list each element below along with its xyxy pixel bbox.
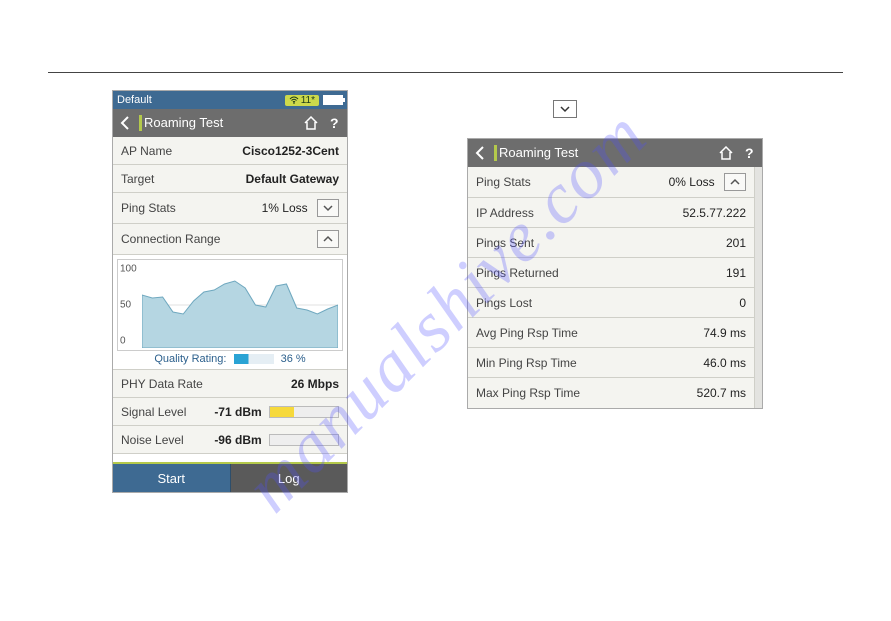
label: Max Ping Rsp Time [476,386,580,400]
value: 1% Loss [262,201,308,215]
label: Connection Range [121,232,220,246]
chart-svg [142,262,338,348]
help-button[interactable]: ? [327,116,341,130]
value: 52.5.77.222 [683,206,746,220]
row-ip-address: IP Address 52.5.77.222 [468,198,754,228]
row-ping-stats[interactable]: Ping Stats 1% Loss [113,193,347,224]
label: Pings Lost [476,296,532,310]
row-ping-stats[interactable]: Ping Stats 0% Loss [468,167,754,198]
screen-title: Roaming Test [494,145,710,161]
chevron-down-icon [323,204,333,212]
label: Avg Ping Rsp Time [476,326,578,340]
label: Ping Stats [476,175,531,189]
row-pings-sent: Pings Sent 201 [468,228,754,258]
caption-label: Quality Rating: [154,353,226,365]
device-left: Default 11* Roaming Test ? AP Name Cisco… [112,90,348,493]
chevron-down-icon [560,105,570,113]
value: -71 dBm [214,405,261,419]
row-pings-returned: Pings Returned 191 [468,258,754,288]
value: 191 [726,266,746,280]
graph-caption: Quality Rating: 36 % [117,351,343,367]
noise-meter [269,434,339,446]
collapse-toggle-right[interactable] [553,100,577,118]
expand-toggle[interactable] [317,199,339,217]
value: 520.7 ms [697,386,746,400]
row-avg-rsp: Avg Ping Rsp Time 74.9 ms [468,318,754,348]
home-icon [718,146,734,160]
nav-bar: Roaming Test ? [113,109,347,137]
ping-stats-list: Ping Stats 0% Loss IP Address 52.5.77.22… [468,167,754,408]
label: Noise Level [121,433,184,447]
collapse-toggle[interactable] [724,173,746,191]
panel-right: Roaming Test ? Ping Stats 0% Loss IP Add… [467,138,763,409]
row-ap-name: AP Name Cisco1252-3Cent [113,137,347,165]
help-button[interactable]: ? [742,146,756,160]
start-button[interactable]: Start [113,464,231,492]
value: 0% Loss [669,175,715,189]
value: 26 Mbps [291,377,339,391]
log-button[interactable]: Log [231,464,348,492]
svg-text:?: ? [330,116,339,130]
status-bar: Default 11* [113,91,347,109]
label: Target [121,172,154,186]
value: 201 [726,236,746,250]
signal-meter [269,406,339,418]
label: Min Ping Rsp Time [476,356,577,370]
ytick-0: 0 [120,336,126,347]
value: 74.9 ms [703,326,746,340]
label: Pings Returned [476,266,559,280]
value: 46.0 ms [703,356,746,370]
question-icon: ? [742,146,756,160]
page-rule [48,72,843,73]
scrollbar[interactable] [754,167,762,408]
value: Cisco1252-3Cent [242,144,339,158]
area-chart: 100 50 0 [117,259,343,351]
svg-text:?: ? [745,146,754,160]
label: Ping Stats [121,201,176,215]
chevron-up-icon [730,178,740,186]
row-target: Target Default Gateway [113,165,347,193]
home-icon [303,116,319,130]
row-signal-level: Signal Level -71 dBm [113,398,347,426]
caption-value: 36 % [281,353,306,365]
back-button[interactable] [119,116,131,130]
question-icon: ? [327,116,341,130]
label: AP Name [121,144,172,158]
ytick-50: 50 [120,300,131,311]
label: Signal Level [121,405,186,419]
home-button[interactable] [303,116,319,130]
row-max-rsp: Max Ping Rsp Time 520.7 ms [468,378,754,408]
chevron-up-icon [323,235,333,243]
details-list: AP Name Cisco1252-3Cent Target Default G… [113,137,347,454]
home-button[interactable] [718,146,734,160]
wifi-badge: 11* [285,95,319,106]
nav-bar: Roaming Test ? [468,139,762,167]
ytick-100: 100 [120,264,137,275]
wifi-channel: 11* [301,95,315,106]
row-min-rsp: Min Ping Rsp Time 46.0 ms [468,348,754,378]
collapse-toggle[interactable] [317,230,339,248]
chevron-left-icon [119,116,131,130]
label: Pings Sent [476,236,534,250]
value: 0 [739,296,746,310]
value: -96 dBm [214,433,261,447]
value: Default Gateway [246,172,339,186]
screen-title: Roaming Test [139,115,295,131]
label: PHY Data Rate [121,377,203,391]
row-phy-rate: PHY Data Rate 26 Mbps [113,370,347,398]
row-connection-range[interactable]: Connection Range [113,224,347,255]
chevron-left-icon [474,146,486,160]
quality-bar-icon [234,354,274,364]
connection-range-graph: 100 50 0 Quality Rating: 36 % [113,255,347,370]
battery-icon [323,95,343,105]
wifi-icon [289,96,299,104]
row-pings-lost: Pings Lost 0 [468,288,754,318]
back-button[interactable] [474,146,486,160]
profile-name: Default [117,94,152,106]
row-noise-level: Noise Level -96 dBm [113,426,347,454]
bottom-bar: Start Log [113,462,347,492]
label: IP Address [476,206,534,220]
